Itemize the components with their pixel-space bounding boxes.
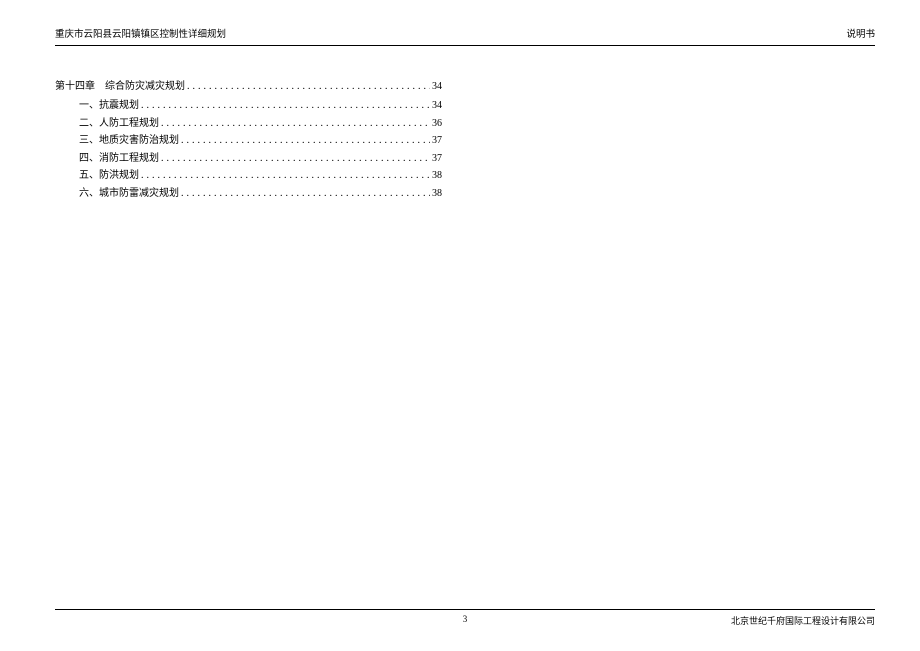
toc-leader-dots: ........................................… [161, 154, 430, 164]
header-title-left: 重庆市云阳县云阳镇镇区控制性详细规划 [55, 26, 226, 40]
toc-section-page: 37 [432, 154, 442, 164]
toc-section-label: 三、地质灾害防治规划 [79, 136, 179, 146]
toc-section-label: 一、抗震规划 [79, 101, 139, 111]
toc-leader-dots: ........................................… [141, 171, 430, 181]
table-of-contents: 第十四章 综合防灾减灾规划 ..........................… [55, 82, 442, 199]
toc-chapter-label: 第十四章 综合防灾减灾规划 [55, 82, 185, 92]
footer-page-number: 3 [463, 614, 468, 624]
toc-leader-dots: ........................................… [141, 101, 430, 111]
toc-section-page: 38 [432, 189, 442, 199]
footer-company: 北京世纪千府国际工程设计有限公司 [731, 614, 875, 627]
toc-leader-dots: ........................................… [181, 189, 430, 199]
toc-section-label: 五、防洪规划 [79, 171, 139, 181]
toc-section-page: 34 [432, 101, 442, 111]
toc-leader-dots: ........................................… [181, 136, 430, 146]
toc-section-page: 37 [432, 136, 442, 146]
toc-section: 四、消防工程规划 ...............................… [79, 154, 442, 164]
document-page: 重庆市云阳县云阳镇镇区控制性详细规划 说明书 第十四章 综合防灾减灾规划 ...… [0, 0, 920, 651]
toc-section: 六、城市防雷减灾规划 .............................… [79, 189, 442, 199]
toc-section: 二、人防工程规划 ...............................… [79, 119, 442, 129]
toc-chapter: 第十四章 综合防灾减灾规划 ..........................… [55, 82, 442, 92]
page-header: 重庆市云阳县云阳镇镇区控制性详细规划 说明书 [55, 26, 875, 46]
toc-section: 三、地质灾害防治规划 .............................… [79, 136, 442, 146]
page-footer: 3 北京世纪千府国际工程设计有限公司 [55, 609, 875, 627]
toc-section-page: 38 [432, 171, 442, 181]
toc-section-label: 二、人防工程规划 [79, 119, 159, 129]
toc-section-label: 四、消防工程规划 [79, 154, 159, 164]
toc-section-page: 36 [432, 119, 442, 129]
footer-row: 3 北京世纪千府国际工程设计有限公司 [55, 614, 875, 627]
toc-leader-dots: ........................................… [161, 119, 430, 129]
toc-leader-dots: ........................................… [187, 82, 430, 92]
toc-section: 一、抗震规划 .................................… [79, 101, 442, 111]
toc-section-label: 六、城市防雷减灾规划 [79, 189, 179, 199]
toc-section: 五、防洪规划 .................................… [79, 171, 442, 181]
header-title-right: 说明书 [846, 26, 875, 40]
toc-chapter-page: 34 [432, 82, 442, 92]
